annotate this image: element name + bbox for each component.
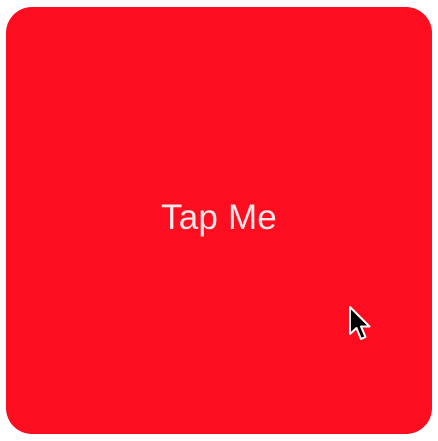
tap-me-label: Tap Me xyxy=(161,197,277,237)
tap-me-button[interactable]: Tap Me xyxy=(6,7,432,434)
stage: Tap Me xyxy=(0,0,438,441)
